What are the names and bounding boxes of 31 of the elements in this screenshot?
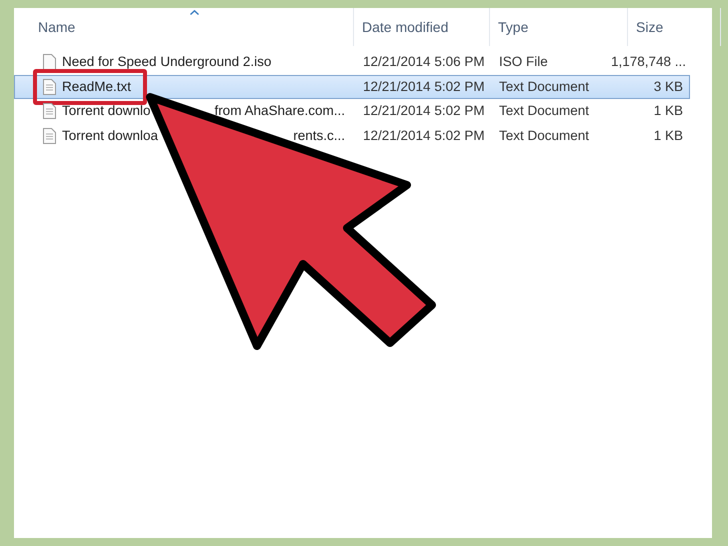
size-cell-text: 1 KB — [652, 126, 684, 145]
file-name[interactable]: Torrent downlo — [62, 101, 151, 122]
size-cell-text: 1,178,748 ... — [611, 53, 688, 72]
date-cell-text: 12/21/2014 5:02 PM — [362, 126, 486, 145]
document-icon — [43, 103, 56, 120]
column-header[interactable]: Date modified — [354, 8, 490, 46]
file-name[interactable]: ReadMe.txt — [62, 76, 132, 97]
file-name[interactable]: from AhaShare.com... — [214, 101, 345, 122]
file-row[interactable]: Torrent downlo from AhaShare.com... 12/21/2014 5:02 PM Text Document 1 KB — [14, 99, 690, 124]
file-name[interactable]: Need for Speed Underground 2.iso — [62, 52, 272, 72]
file-row[interactable]: Need for Speed Underground 2.iso 12/21/2014 5:06 PM ISO File 1,178,748 ... — [14, 50, 690, 74]
file-name[interactable]: Torrent downloa — [62, 126, 158, 146]
type-cell-text: Text Document — [498, 126, 590, 145]
type-cell-text: Text Document — [498, 78, 590, 96]
document-icon — [43, 78, 56, 95]
type-cell-text: ISO File — [498, 53, 549, 72]
size-cell-text: 1 KB — [652, 102, 684, 120]
document-icon — [43, 128, 56, 144]
column-header[interactable]: Size — [628, 8, 721, 46]
type-cell-text: Text Document — [498, 102, 590, 120]
document-icon — [43, 54, 56, 70]
date-cell-text: 12/21/2014 5:02 PM — [362, 78, 486, 96]
size-cell-text: 3 KB — [652, 78, 684, 96]
column-header[interactable]: Name — [38, 8, 354, 46]
file-name[interactable]: rents.c... — [293, 126, 345, 146]
date-cell-text: 12/21/2014 5:02 PM — [362, 102, 486, 120]
column-header[interactable]: Type — [490, 8, 628, 46]
date-cell-text: 12/21/2014 5:06 PM — [362, 53, 486, 72]
file-row[interactable]: Torrent downloa rents.c... 12/21/2014 5:02 PM Text Document 1 KB — [14, 124, 690, 148]
file-row[interactable]: ReadMe.txt 12/21/2014 5:02 PM Text Document 3 KB — [14, 74, 690, 99]
sort-caret-icon — [190, 10, 198, 15]
